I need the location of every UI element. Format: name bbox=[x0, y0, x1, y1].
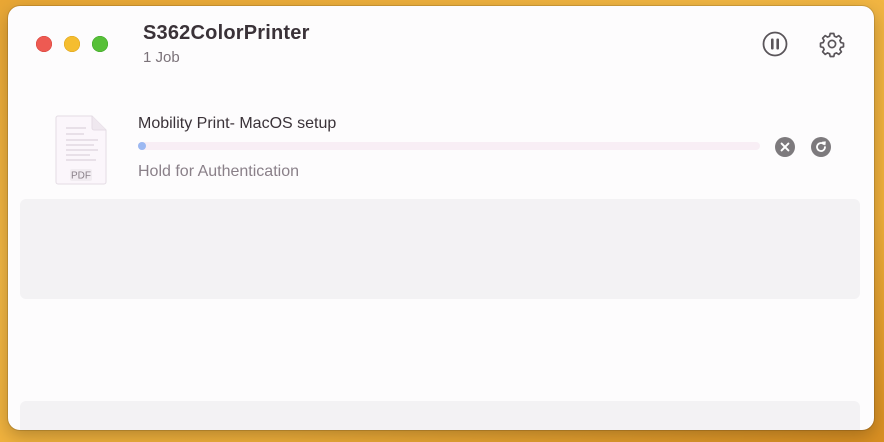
pause-circle-icon bbox=[762, 31, 788, 57]
job-name: Mobility Print- MacOS setup bbox=[138, 115, 337, 132]
job-progress-fill bbox=[138, 142, 147, 150]
file-type-label: PDF bbox=[71, 171, 91, 182]
job-progress-bar bbox=[138, 142, 760, 150]
job-status: Hold for Authentication bbox=[138, 163, 299, 180]
empty-job-slot bbox=[20, 401, 860, 430]
window-controls bbox=[36, 36, 108, 52]
pdf-document-icon: PDF bbox=[55, 115, 107, 185]
cancel-x-icon bbox=[780, 142, 790, 152]
printer-settings-button[interactable] bbox=[818, 30, 846, 58]
zoom-window-button[interactable] bbox=[92, 36, 108, 52]
job-count: 1 Job bbox=[143, 49, 180, 66]
empty-job-slot bbox=[20, 199, 860, 299]
gear-icon bbox=[819, 32, 845, 58]
retry-icon bbox=[816, 141, 826, 152]
printer-name: S362ColorPrinter bbox=[143, 22, 310, 44]
close-window-button[interactable] bbox=[36, 36, 52, 52]
pause-printer-button[interactable] bbox=[761, 30, 789, 58]
minimize-window-button[interactable] bbox=[64, 36, 80, 52]
cancel-job-button[interactable] bbox=[775, 137, 795, 157]
resume-job-button[interactable] bbox=[811, 137, 831, 157]
printer-queue-window: S362ColorPrinter 1 Job PDF Mobility Prin… bbox=[8, 6, 874, 430]
print-job-row[interactable]: PDF Mobility Print- MacOS setup Hold for… bbox=[8, 106, 874, 196]
